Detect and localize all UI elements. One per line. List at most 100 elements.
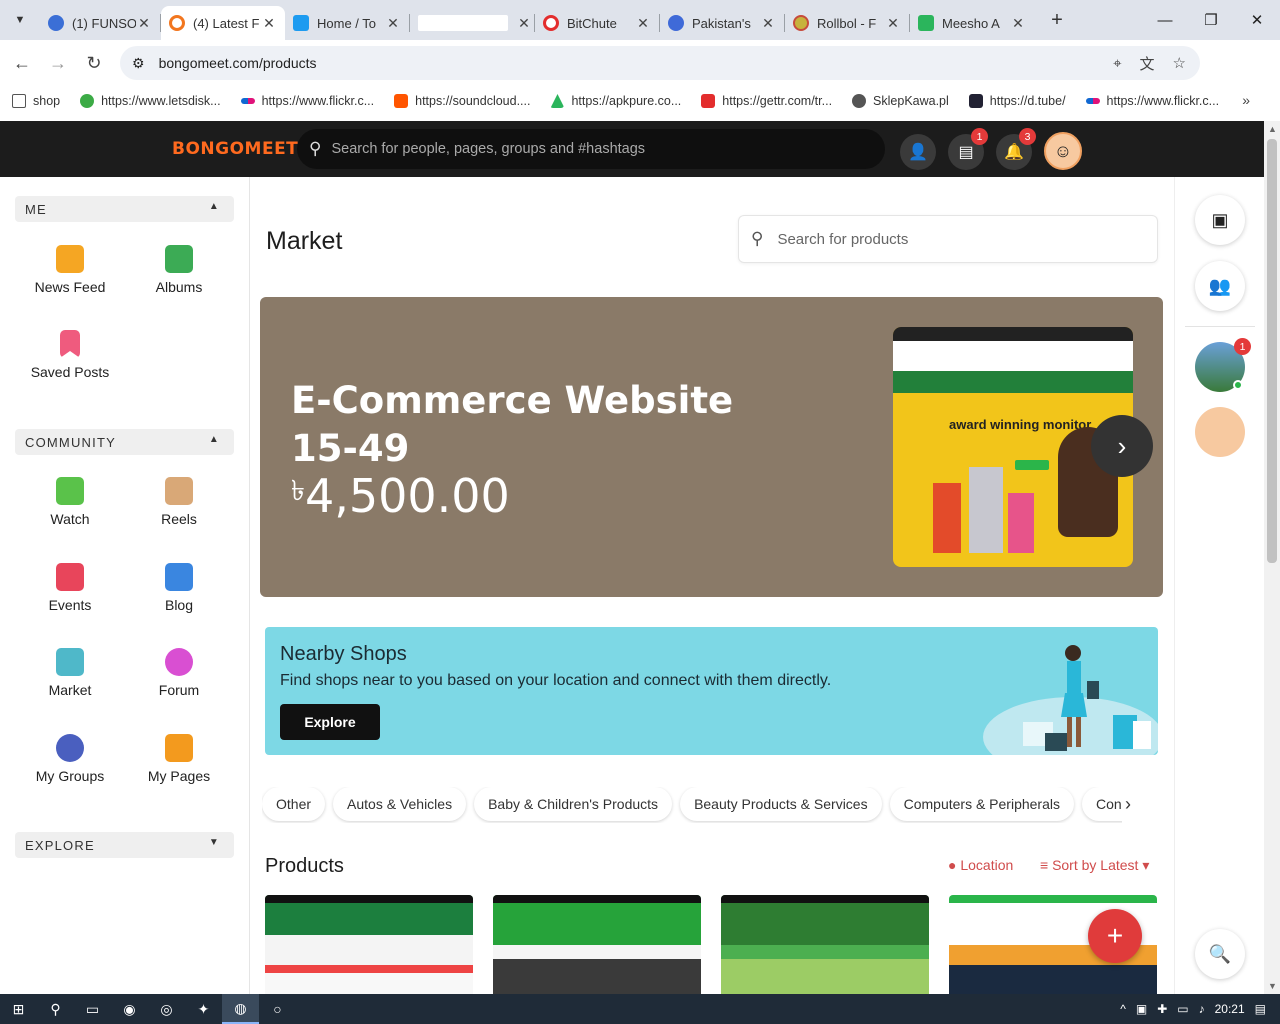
close-icon[interactable]: ✕ xyxy=(385,15,401,32)
contact-avatar[interactable]: 1 xyxy=(1195,338,1251,392)
product-card[interactable] xyxy=(265,895,473,995)
close-icon[interactable]: ✕ xyxy=(885,15,901,32)
close-window-icon[interactable]: ✕ xyxy=(1234,0,1280,40)
category-chip-cons[interactable]: Cons xyxy=(1082,787,1122,821)
sidebar-item-news-feed[interactable]: News Feed xyxy=(15,245,125,295)
volume-icon[interactable]: ♪ xyxy=(1199,1002,1205,1016)
group-chat-button[interactable]: 👥 xyxy=(1195,261,1245,311)
site-info-icon[interactable]: ⚙ xyxy=(132,55,145,72)
category-chip-other[interactable]: Other xyxy=(262,787,326,821)
firefox-icon[interactable]: ◉ xyxy=(111,994,148,1024)
sidebar-item-watch[interactable]: Watch xyxy=(15,477,125,527)
carousel-next-button[interactable]: › xyxy=(1091,415,1153,477)
sidebar-item-my-pages[interactable]: My Pages xyxy=(124,734,234,784)
close-icon[interactable]: ✕ xyxy=(760,15,776,32)
user-avatar[interactable]: ☺ xyxy=(1044,132,1082,170)
section-header-explore[interactable]: EXPLORE ▼ xyxy=(15,832,234,858)
omnibox[interactable]: ⚙ bongomeet.com/products ⌖ 文 ☆ xyxy=(120,46,1200,80)
category-chip-beauty-products-services[interactable]: Beauty Products & Services xyxy=(680,787,882,821)
close-icon[interactable]: ✕ xyxy=(635,15,651,32)
site-search-input[interactable]: ⚲ Search for people, pages, groups and #… xyxy=(297,129,885,169)
app-icon[interactable]: ✦ xyxy=(185,994,222,1024)
sidebar-item-events[interactable]: Events xyxy=(15,563,125,613)
close-icon[interactable]: ✕ xyxy=(261,15,277,32)
browser-tab-4[interactable]: BitChute ✕ xyxy=(535,6,659,40)
reload-icon[interactable]: ↻ xyxy=(76,45,112,81)
bookmark-2[interactable]: https://www.flickr.c... xyxy=(240,94,374,108)
explore-button[interactable]: Explore xyxy=(280,704,380,740)
back-arrow-icon[interactable]: ← xyxy=(4,45,40,81)
bookmark-7[interactable]: https://d.tube/ xyxy=(968,94,1066,108)
sort-dropdown[interactable]: ≡ Sort by Latest ▾ xyxy=(1040,857,1149,874)
scroll-up-icon[interactable]: ▲ xyxy=(1268,124,1277,134)
scroll-down-icon[interactable]: ▼ xyxy=(1268,981,1277,991)
scrollbar-thumb[interactable] xyxy=(1267,139,1277,563)
bookmarks-overflow-icon[interactable]: » xyxy=(1242,92,1250,108)
location-filter-button[interactable]: ● Location xyxy=(948,857,1013,873)
close-icon[interactable]: ✕ xyxy=(136,15,152,32)
browser-tab-2[interactable]: Home / To ✕ xyxy=(285,6,409,40)
messages-button[interactable]: ▤ 1 xyxy=(948,128,988,170)
nvidia-icon[interactable]: ▣ xyxy=(1136,1002,1147,1016)
category-chip-computers-peripherals[interactable]: Computers & Peripherals xyxy=(889,787,1074,821)
new-tab-button[interactable]: + xyxy=(1042,9,1072,32)
category-chip-autos-vehicles[interactable]: Autos & Vehicles xyxy=(333,787,467,821)
forward-arrow-icon[interactable]: → xyxy=(40,45,76,81)
bookmark-0[interactable]: shop xyxy=(12,94,60,108)
file-explorer-icon[interactable]: ▭ xyxy=(74,994,111,1024)
sidebar-item-reels[interactable]: Reels xyxy=(124,477,234,527)
windows-start-icon[interactable]: ⊞ xyxy=(0,994,37,1024)
section-header-community[interactable]: COMMUNITY ▲ xyxy=(15,429,234,455)
location-pin-icon[interactable]: ⌖ xyxy=(1113,55,1121,72)
tray-overflow-icon[interactable]: ^ xyxy=(1120,1002,1126,1016)
minimize-icon[interactable]: — xyxy=(1142,0,1188,40)
product-card[interactable] xyxy=(721,895,929,995)
network-icon[interactable]: ▭ xyxy=(1177,1002,1188,1016)
chat-settings-button[interactable]: ▣ xyxy=(1195,195,1245,245)
clock[interactable]: 20:21 xyxy=(1215,1002,1245,1016)
search-contacts-button[interactable]: 🔍 xyxy=(1195,929,1245,979)
translate-icon[interactable]: 文 xyxy=(1140,53,1155,74)
bookmark-5[interactable]: https://gettr.com/tr... xyxy=(701,94,832,108)
bookmark-6[interactable]: SklepKawa.pl xyxy=(852,94,949,108)
sidebar-item-albums[interactable]: Albums xyxy=(124,245,234,295)
bookmark-3[interactable]: https://soundcloud.... xyxy=(394,94,530,108)
browser-tab-6[interactable]: Rollbol - F ✕ xyxy=(785,6,909,40)
product-search-input[interactable]: ⚲ Search for products xyxy=(738,215,1158,263)
sidebar-item-my-groups[interactable]: My Groups xyxy=(15,734,125,784)
contact-avatar[interactable] xyxy=(1195,407,1245,457)
featured-product-banner[interactable]: E-Commerce Website 15-49 ৳4,500.00 award… xyxy=(260,297,1163,597)
restore-icon[interactable]: ❐ xyxy=(1188,0,1234,40)
star-bookmark-icon[interactable]: ☆ xyxy=(1173,54,1186,72)
sidebar-item-market[interactable]: Market xyxy=(15,648,125,698)
section-header-me[interactable]: ME ▲ xyxy=(15,196,234,222)
product-card[interactable] xyxy=(493,895,701,995)
browser-tab-0[interactable]: (1) FUNSO ✕ xyxy=(40,6,160,40)
browser-tab-7[interactable]: Meesho A ✕ xyxy=(910,6,1034,40)
add-friend-button[interactable]: 👤 xyxy=(900,134,936,170)
edge-icon[interactable]: ◎ xyxy=(148,994,185,1024)
close-icon[interactable]: ✕ xyxy=(1010,15,1026,32)
url-text[interactable]: bongomeet.com/products xyxy=(159,55,317,71)
sidebar-item-saved-posts[interactable]: Saved Posts xyxy=(15,330,125,380)
search-icon[interactable]: ⚲ xyxy=(37,994,74,1024)
tab-search-button[interactable]: ▼ xyxy=(0,0,40,40)
chrome-icon[interactable]: ◍ xyxy=(222,994,259,1024)
category-chip-baby-childrens-products[interactable]: Baby & Children's Products xyxy=(474,787,673,821)
site-logo[interactable]: BONGOMEET xyxy=(172,139,298,159)
chevron-right-icon[interactable]: › xyxy=(1125,794,1131,815)
add-product-button[interactable]: + xyxy=(1088,909,1142,963)
close-icon[interactable]: ✕ xyxy=(516,15,532,32)
browser-tab-5[interactable]: Pakistan's ✕ xyxy=(660,6,784,40)
notifications-icon[interactable]: ▤ xyxy=(1255,1002,1266,1016)
notifications-button[interactable]: 🔔 3 xyxy=(996,128,1036,170)
bookmark-1[interactable]: https://www.letsdisk... xyxy=(80,94,221,108)
sidebar-item-blog[interactable]: Blog xyxy=(124,563,234,613)
sidebar-item-forum[interactable]: Forum xyxy=(124,648,234,698)
opera-icon[interactable]: ○ xyxy=(259,994,296,1024)
security-icon[interactable]: ✚ xyxy=(1157,1002,1167,1016)
page-scrollbar[interactable]: ▲ ▼ xyxy=(1264,121,1280,994)
bookmark-8[interactable]: https://www.flickr.c... xyxy=(1085,94,1219,108)
browser-tab-1[interactable]: (4) Latest F ✕ xyxy=(161,6,285,40)
bookmark-4[interactable]: https://apkpure.co... xyxy=(550,94,681,108)
